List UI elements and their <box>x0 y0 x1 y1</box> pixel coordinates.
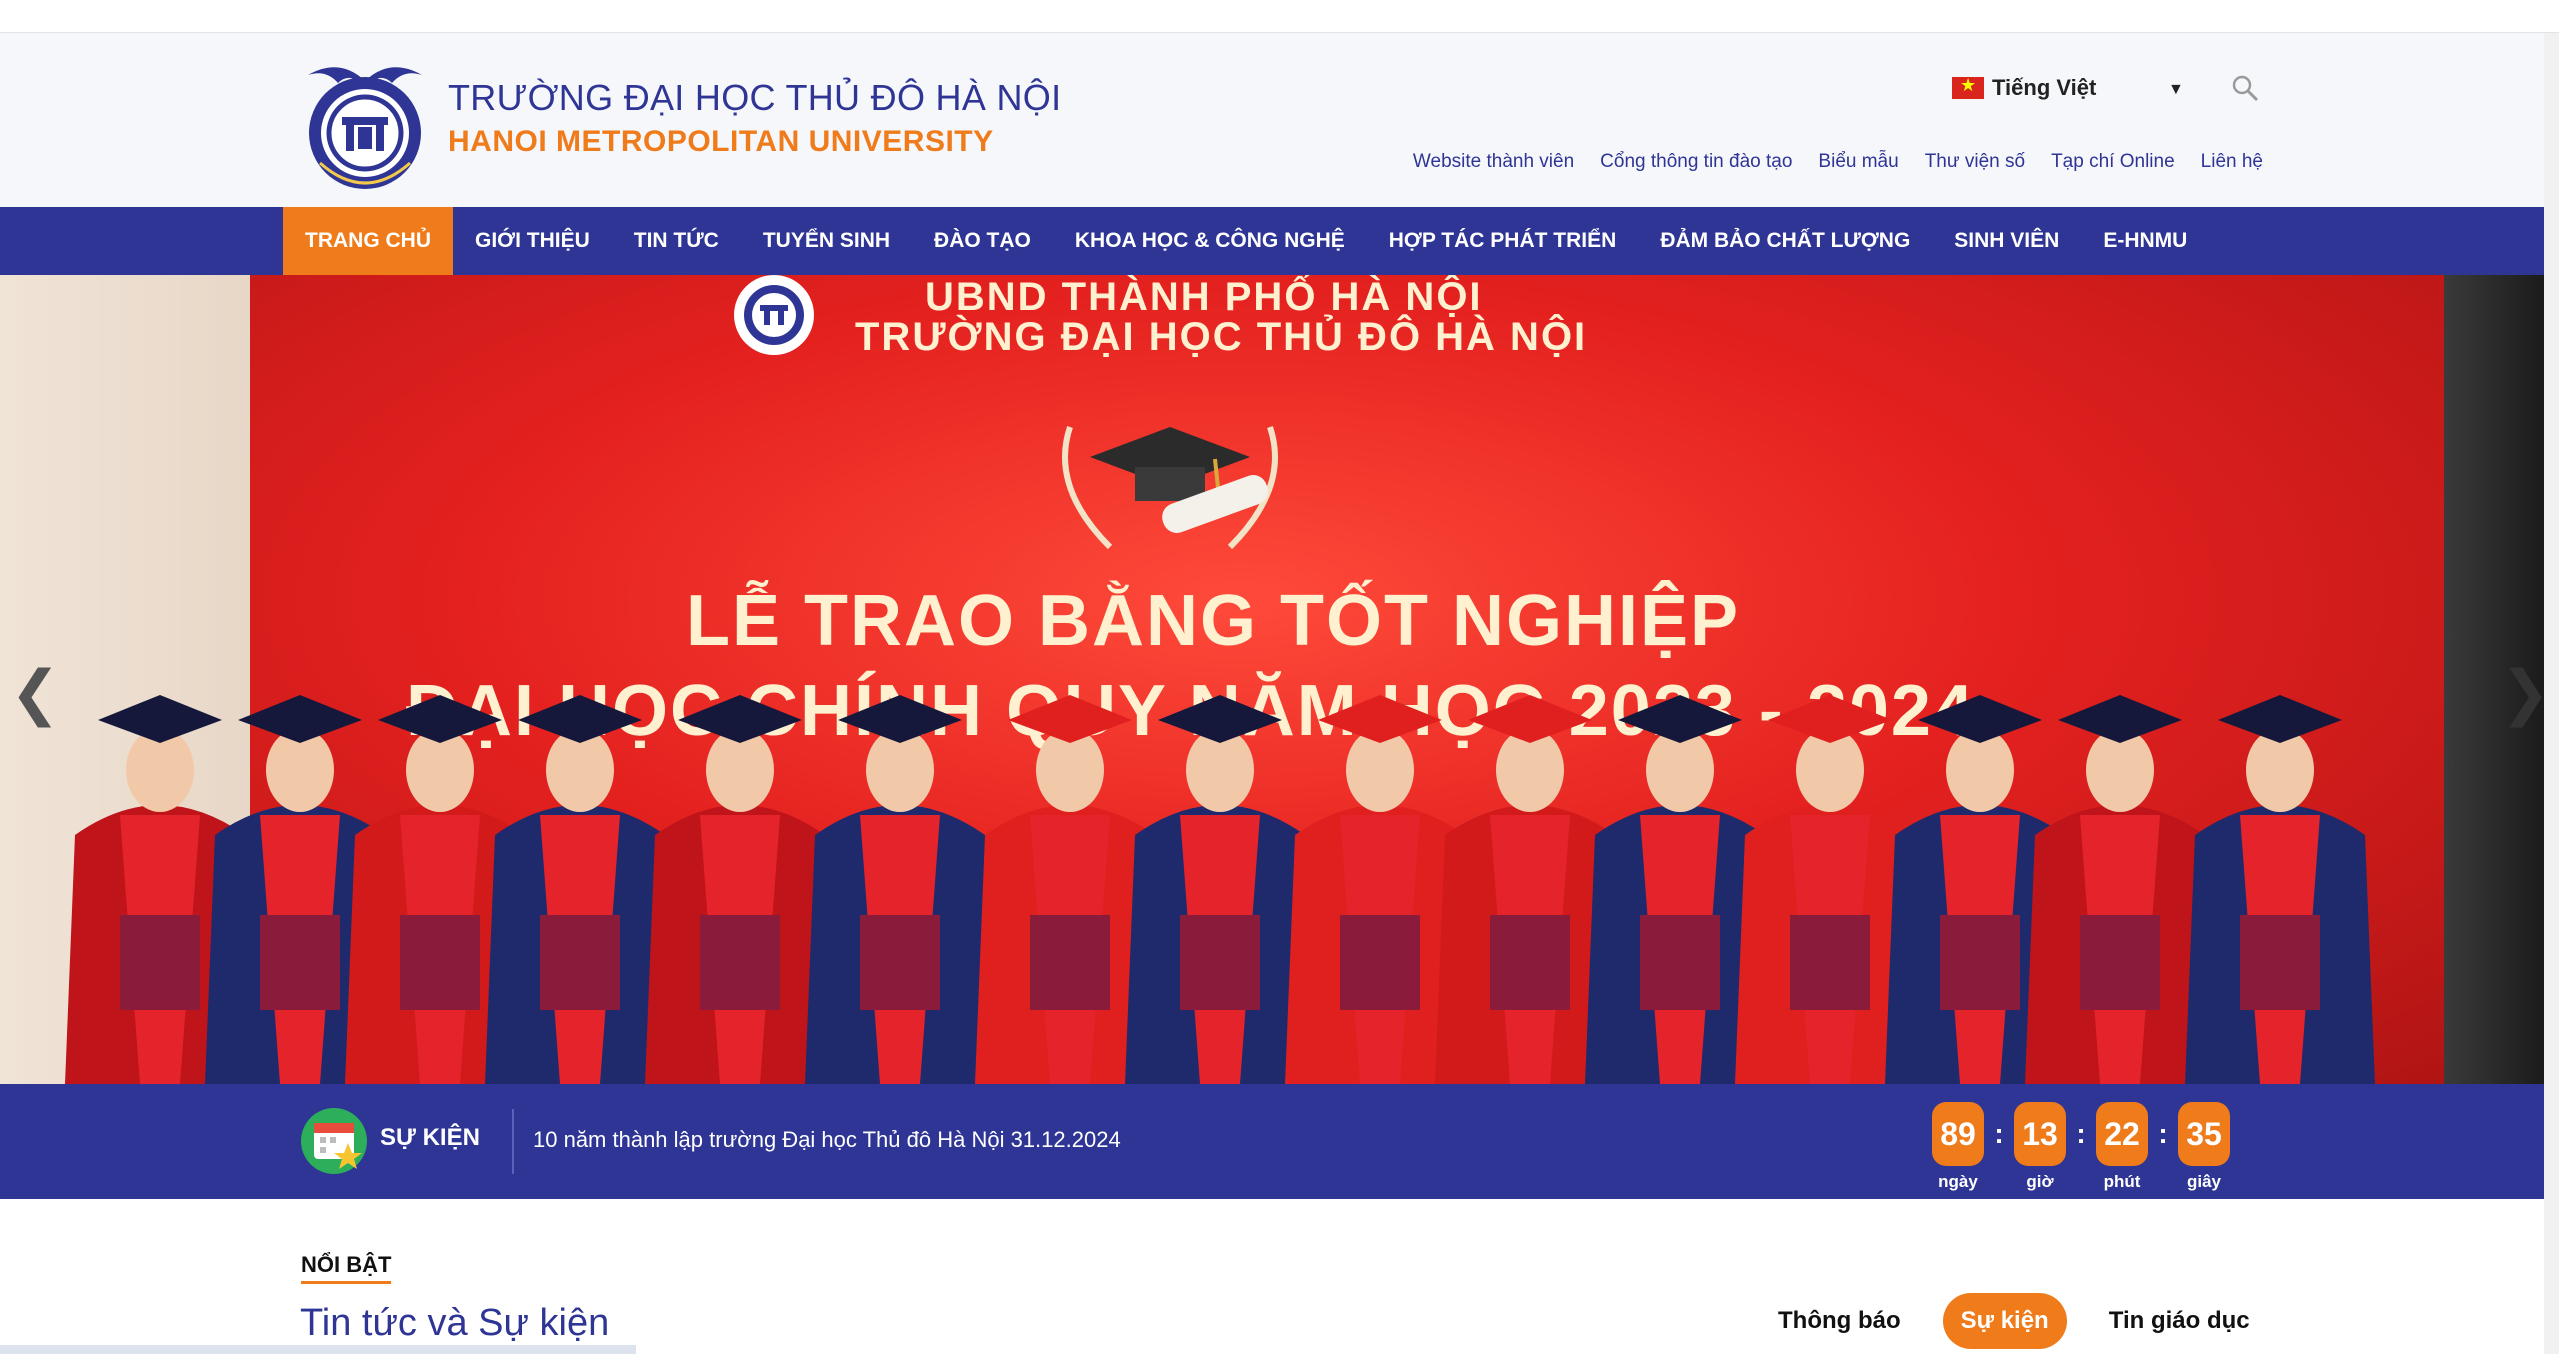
graduate-figure <box>2185 695 2375 1084</box>
caret-down-icon[interactable]: ▼ <box>2168 81 2184 99</box>
countdown: 89 ngày : 13 giờ : 22 phút : 35 giây <box>1930 1102 2232 1192</box>
events-divider <box>512 1109 514 1174</box>
graduate-figure <box>805 695 995 1084</box>
browser-top-strip <box>0 0 2559 33</box>
slider-next-arrow-icon[interactable]: ❯ <box>2500 658 2544 728</box>
main-nav: TRANG CHỦ GIỚI THIỆU TIN TỨC TUYỂN SINH … <box>0 207 2544 275</box>
countdown-hours-value: 13 <box>2014 1102 2066 1166</box>
countdown-separator: : <box>1994 1118 2004 1149</box>
countdown-hours: 13 giờ <box>2012 1102 2068 1192</box>
brand-name-vi[interactable]: TRƯỜNG ĐẠI HỌC THỦ ĐÔ HÀ NỘI <box>448 77 1061 119</box>
site-header: TRƯỜNG ĐẠI HỌC THỦ ĐÔ HÀ NỘI HANOI METRO… <box>0 33 2544 207</box>
top-links: Website thành viên Cổng thông tin đào tạ… <box>1413 151 2263 173</box>
link-cong-thong-tin-dao-tao[interactable]: Cổng thông tin đào tạo <box>1600 151 1792 173</box>
graduates-group-photo <box>65 695 2375 1084</box>
tab-tin-giao-duc[interactable]: Tin giáo dục <box>2091 1293 2268 1349</box>
page-scrollbar[interactable] <box>2544 33 2559 1354</box>
section-kicker: NỔI BẬT <box>301 1252 392 1277</box>
link-lien-he[interactable]: Liên hệ <box>2201 151 2263 173</box>
event-headline[interactable]: 10 năm thành lập trường Đại học Thủ đô H… <box>533 1127 1121 1153</box>
section-title: Tin tức và Sự kiện <box>300 1302 610 1344</box>
bottom-edge <box>0 1345 636 1354</box>
search-icon[interactable] <box>2230 73 2260 103</box>
link-tap-chi-online[interactable]: Tạp chí Online <box>2051 151 2175 173</box>
nav-item-tuyen-sinh[interactable]: TUYỂN SINH <box>741 207 912 275</box>
countdown-minutes: 22 phút <box>2094 1102 2150 1192</box>
tab-su-kien[interactable]: Sự kiện <box>1942 1293 2067 1349</box>
nav-item-khoa-hoc-cong-nghe[interactable]: KHOA HỌC & CÔNG NGHỆ <box>1053 207 1367 275</box>
tab-thong-bao[interactable]: Thông báo <box>1760 1293 1919 1349</box>
countdown-separator: : <box>2076 1118 2086 1149</box>
calendar-icon <box>301 1108 367 1174</box>
nav-item-tin-tuc[interactable]: TIN TỨC <box>612 207 741 275</box>
graduate-figure <box>485 695 675 1084</box>
countdown-seconds-value: 35 <box>2178 1102 2230 1166</box>
nav-item-dao-tao[interactable]: ĐÀO TẠO <box>912 207 1053 275</box>
countdown-days-label: ngày <box>1938 1172 1978 1191</box>
link-thu-vien-so[interactable]: Thư viện số <box>1925 151 2025 173</box>
countdown-minutes-value: 22 <box>2096 1102 2148 1166</box>
nav-item-hop-tac-phat-trien[interactable]: HỢP TÁC PHÁT TRIỂN <box>1367 207 1639 275</box>
vietnam-flag-icon <box>1952 75 1984 99</box>
graduate-figure <box>645 695 835 1084</box>
countdown-separator: : <box>2158 1118 2168 1149</box>
countdown-seconds-label: giây <box>2186 1172 2222 1191</box>
graduate-figure <box>2025 695 2215 1084</box>
graduate-figure <box>1125 695 1315 1084</box>
nav-item-dam-bao-chat-luong[interactable]: ĐẢM BẢO CHẤT LƯỢNG <box>1638 207 1932 275</box>
events-label: SỰ KIỆN <box>380 1124 480 1151</box>
language-label: Tiếng Việt <box>1992 75 2097 100</box>
nav-item-e-hnmu[interactable]: E-HNMU <box>2081 207 2209 275</box>
brand-name-en[interactable]: HANOI METROPOLITAN UNIVERSITY <box>448 125 994 159</box>
nav-item-trang-chu[interactable]: TRANG CHỦ <box>283 207 453 275</box>
countdown-seconds: 35 giây <box>2176 1102 2232 1192</box>
language-selector[interactable]: Tiếng Việt <box>1952 75 2096 101</box>
section-kicker-underline <box>301 1281 391 1284</box>
link-website-thanh-vien[interactable]: Website thành viên <box>1413 151 1574 173</box>
countdown-days: 89 ngày <box>1930 1102 1986 1192</box>
link-bieu-mau[interactable]: Biểu mẫu <box>1818 151 1898 173</box>
countdown-days-value: 89 <box>1932 1102 1984 1166</box>
countdown-hours-label: giờ <box>2026 1172 2054 1191</box>
hero-slider[interactable]: UBND THÀNH PHỐ HÀ NỘI TRƯỜNG ĐẠI HỌC THỦ… <box>0 275 2544 1084</box>
nav-item-gioi-thieu[interactable]: GIỚI THIỆU <box>453 207 612 275</box>
university-logo[interactable] <box>300 53 430 193</box>
slider-prev-arrow-icon[interactable]: ❮ <box>10 658 60 728</box>
events-bar: SỰ KIỆN 10 năm thành lập trường Đại học … <box>0 1084 2544 1199</box>
news-tabs: Thông báo Sự kiện Tin giáo dục <box>1760 1293 2268 1349</box>
countdown-minutes-label: phút <box>2103 1172 2141 1191</box>
nav-item-sinh-vien[interactable]: SINH VIÊN <box>1932 207 2081 275</box>
